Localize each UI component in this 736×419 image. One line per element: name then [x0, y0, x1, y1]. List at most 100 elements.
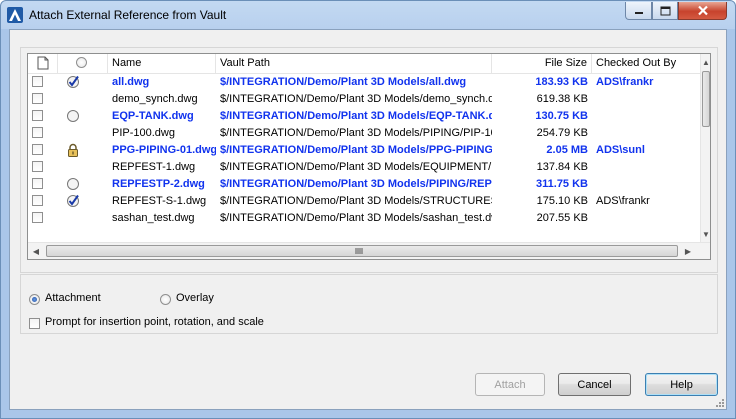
file-path: $/INTEGRATION/Demo/Plant 3D Models/PIPIN…	[220, 127, 492, 139]
vertical-scrollbar[interactable]: ▲ ▼	[700, 54, 710, 242]
file-name: PPG-PIPING-01.dwg	[112, 144, 216, 156]
overlay-label: Overlay	[176, 292, 214, 304]
row-checkbox[interactable]	[32, 161, 43, 172]
file-size: 183.93 KB	[535, 76, 588, 88]
file-path: $/INTEGRATION/Demo/Plant 3D Models/PIPIN…	[220, 178, 492, 190]
row-checkbox[interactable]	[32, 195, 43, 206]
file-size: 175.10 KB	[536, 195, 588, 207]
file-path: $/INTEGRATION/Demo/Plant 3D Models/all.d…	[220, 76, 467, 88]
horizontal-scroll-thumb[interactable]	[46, 245, 678, 257]
status-header-icon	[76, 57, 87, 68]
title-bar[interactable]: Attach External Reference from Vault	[1, 1, 735, 29]
checked-out-by	[592, 159, 700, 176]
maximize-icon	[660, 6, 670, 15]
resize-grip-icon[interactable]	[714, 397, 724, 407]
file-name: REPFEST-S-1.dwg	[112, 195, 207, 207]
prompt-label: Prompt for insertion point, rotation, an…	[45, 316, 264, 328]
prompt-checkbox[interactable]	[29, 318, 40, 329]
file-size: 207.55 KB	[536, 212, 588, 224]
scroll-left-icon[interactable]: ◀	[28, 243, 44, 259]
attach-options-panel: Attachment Overlay Prompt for insertion …	[20, 274, 718, 334]
file-size: 2.05 MB	[546, 144, 588, 156]
attachment-radio[interactable]	[29, 294, 40, 305]
checked-out-by: ADS\frankr	[596, 76, 654, 88]
header-select-column[interactable]	[28, 54, 58, 73]
file-size: 130.75 KB	[535, 110, 588, 122]
file-path: $/INTEGRATION/Demo/Plant 3D Models/EQP-T…	[220, 110, 492, 122]
file-size: 311.75 KB	[536, 178, 588, 190]
file-name: PIP-100.dwg	[112, 127, 175, 139]
document-icon	[37, 56, 49, 70]
horizontal-scrollbar[interactable]: ◀ ▶	[28, 242, 710, 259]
row-checkbox[interactable]	[32, 144, 43, 155]
file-name: demo_synch.dwg	[112, 93, 198, 105]
header-vault-path[interactable]: Vault Path	[216, 54, 492, 73]
available-icon	[67, 178, 79, 190]
file-name: all.dwg	[112, 76, 150, 88]
checked-out-by	[592, 210, 700, 227]
checked-out-by: ADS\frankr	[596, 195, 650, 207]
grip-icon	[355, 248, 363, 254]
row-checkbox[interactable]	[32, 110, 43, 121]
row-checkbox[interactable]	[32, 127, 43, 138]
dialog-window: Attach External Reference from Vault Nam…	[0, 0, 736, 419]
table-row[interactable]: REPFESTP-2.dwg $/INTEGRATION/Demo/Plant …	[28, 176, 700, 193]
table-row[interactable]: EQP-TANK.dwg $/INTEGRATION/Demo/Plant 3D…	[28, 108, 700, 125]
table-row[interactable]: sashan_test.dwg $/INTEGRATION/Demo/Plant…	[28, 210, 700, 227]
file-list-panel: Name Vault Path File Size Checked Out By…	[20, 47, 718, 273]
scroll-down-icon[interactable]: ▼	[701, 226, 710, 242]
file-size: 619.38 KB	[536, 93, 588, 105]
row-checkbox[interactable]	[32, 93, 43, 104]
minimize-button[interactable]	[625, 2, 652, 20]
checked-out-by	[592, 108, 700, 125]
checked-out-by	[592, 176, 700, 193]
row-checkbox[interactable]	[32, 178, 43, 189]
row-checkbox[interactable]	[32, 76, 43, 87]
help-button[interactable]: Help	[645, 373, 718, 396]
minimize-icon	[634, 11, 643, 14]
checked-out-by: ADS\sunl	[596, 144, 645, 156]
checked-out-by	[592, 91, 700, 108]
maximize-button[interactable]	[652, 2, 678, 20]
file-path: $/INTEGRATION/Demo/Plant 3D Models/sasha…	[220, 212, 492, 224]
cancel-button[interactable]: Cancel	[558, 373, 631, 396]
header-file-size[interactable]: File Size	[492, 54, 592, 73]
available-icon	[67, 110, 79, 122]
vertical-scroll-thumb[interactable]	[702, 71, 710, 127]
file-name: REPFEST-1.dwg	[112, 161, 196, 173]
grid-header: Name Vault Path File Size Checked Out By	[28, 54, 700, 74]
table-row[interactable]: demo_synch.dwg $/INTEGRATION/Demo/Plant …	[28, 91, 700, 108]
window-title: Attach External Reference from Vault	[29, 8, 227, 22]
header-checked-out-by[interactable]: Checked Out By	[592, 54, 700, 73]
table-row[interactable]: PIP-100.dwg $/INTEGRATION/Demo/Plant 3D …	[28, 125, 700, 142]
autocad-app-icon	[7, 7, 23, 23]
checked-out-icon	[67, 75, 79, 88]
header-status-column[interactable]	[58, 54, 108, 73]
table-row[interactable]: REPFEST-1.dwg $/INTEGRATION/Demo/Plant 3…	[28, 159, 700, 176]
checked-out-icon	[67, 194, 79, 207]
overlay-radio[interactable]	[160, 294, 171, 305]
file-grid: Name Vault Path File Size Checked Out By…	[27, 53, 711, 260]
file-name: sashan_test.dwg	[112, 212, 195, 224]
table-row[interactable]: REPFEST-S-1.dwg $/INTEGRATION/Demo/Plant…	[28, 193, 700, 210]
row-checkbox[interactable]	[32, 212, 43, 223]
file-path: $/INTEGRATION/Demo/Plant 3D Models/PPG-P…	[220, 144, 492, 156]
attach-button[interactable]: Attach	[475, 373, 545, 396]
attachment-label: Attachment	[45, 292, 101, 304]
close-icon	[697, 5, 708, 16]
scroll-right-icon[interactable]: ▶	[680, 243, 696, 259]
file-size: 137.84 KB	[536, 161, 588, 173]
table-row[interactable]: all.dwg $/INTEGRATION/Demo/Plant 3D Mode…	[28, 74, 700, 91]
file-name: REPFESTP-2.dwg	[112, 178, 205, 190]
header-name[interactable]: Name	[108, 54, 216, 73]
file-name: EQP-TANK.dwg	[112, 110, 194, 122]
table-row[interactable]: PPG-PIPING-01.dwg $/INTEGRATION/Demo/Pla…	[28, 142, 700, 159]
file-size: 254.79 KB	[536, 127, 588, 139]
file-path: $/INTEGRATION/Demo/Plant 3D Models/demo_…	[220, 93, 492, 105]
lock-icon	[68, 143, 78, 157]
close-button[interactable]	[678, 2, 727, 20]
file-path: $/INTEGRATION/Demo/Plant 3D Models/EQUIP…	[220, 161, 492, 173]
checked-out-by	[592, 125, 700, 142]
dialog-client-area: Name Vault Path File Size Checked Out By…	[9, 29, 727, 410]
scroll-up-icon[interactable]: ▲	[701, 54, 710, 70]
